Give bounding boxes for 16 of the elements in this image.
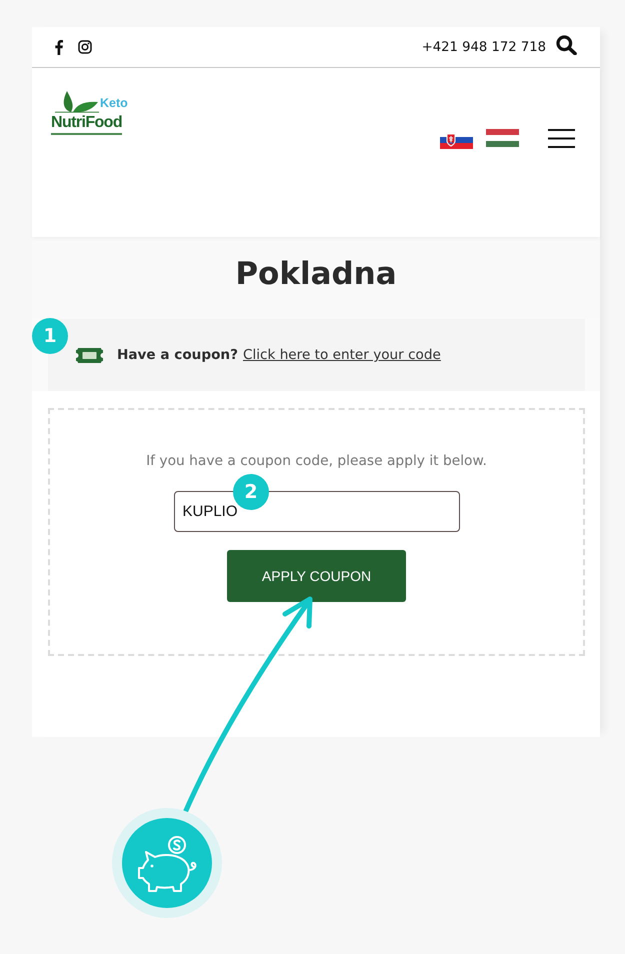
menu-icon[interactable]: [548, 128, 575, 148]
leaves-icon: [55, 89, 99, 114]
apply-coupon-button[interactable]: APPLY COUPON: [227, 550, 406, 602]
hungarian-flag-icon[interactable]: [486, 129, 519, 148]
facebook-icon[interactable]: [55, 40, 63, 55]
phone-number[interactable]: +421 948 172 718: [422, 40, 546, 55]
ticket-icon: [76, 348, 103, 363]
instagram-icon[interactable]: [78, 40, 92, 54]
logo-accent: Keto: [100, 97, 128, 110]
enter-code-link[interactable]: Click here to enter your code: [242, 347, 441, 364]
search-icon[interactable]: [556, 35, 577, 56]
logo-wordmark[interactable]: NutriFood: [51, 113, 122, 136]
page-title: Pokladna: [235, 256, 397, 292]
coupon-question: Have a coupon?: [117, 347, 238, 364]
coupon-instruction: If you have a coupon code, please apply it below.: [146, 452, 487, 472]
piggy-bank-icon: [112, 808, 222, 918]
